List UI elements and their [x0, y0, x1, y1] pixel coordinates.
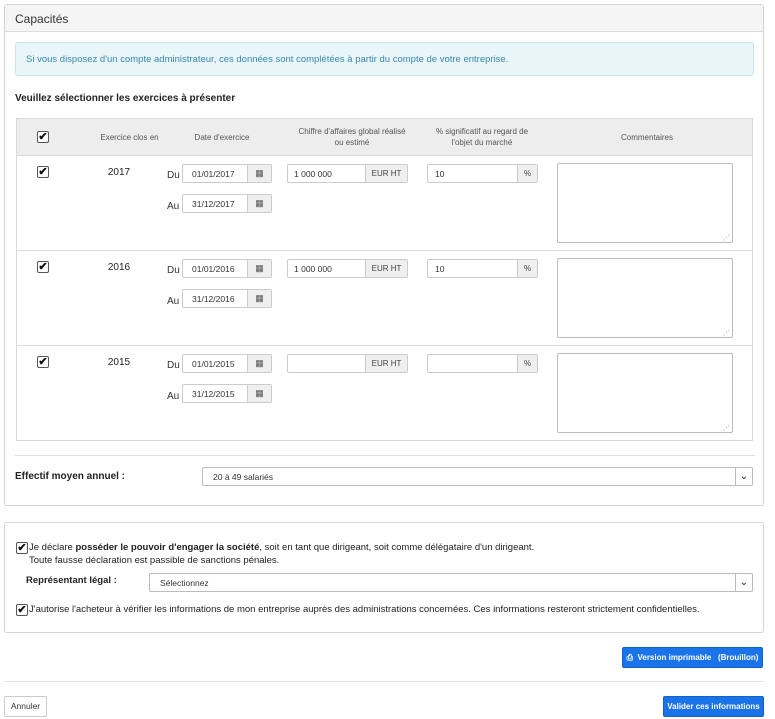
representant-label: Représentant légal : — [26, 575, 117, 586]
header-percent-line2: l'objet du marché — [451, 138, 513, 147]
resize-grip-icon[interactable]: ⋰ — [723, 424, 730, 432]
header-year: Exercice clos en — [100, 133, 159, 142]
divider — [15, 455, 755, 456]
date-to-input[interactable]: 31/12/2017 ▦ — [182, 194, 272, 213]
to-label: Au — [167, 201, 180, 212]
table-row: ✔ 2016 Du 01/01/2016 ▦ Au 31/12/2016 ▦ 1… — [17, 251, 752, 346]
from-label: Du — [167, 265, 180, 276]
percent-input[interactable]: % — [427, 354, 538, 373]
date-from-input[interactable]: 01/01/2015 ▦ — [182, 354, 272, 373]
table-header: ✔ Exercice clos en Date d'exercice Chiff… — [17, 119, 752, 156]
header-percent: % significatif au regard de l'objet du m… — [422, 126, 542, 148]
percent-value: 10 — [435, 169, 445, 179]
calendar-icon[interactable]: ▦ — [247, 385, 271, 402]
percent-value: 10 — [435, 264, 445, 274]
table-row: ✔ 2017 Du 01/01/2017 ▦ Au 31/12/2017 ▦ 1… — [17, 156, 752, 251]
header-revenue-line2: ou estimé — [334, 138, 370, 147]
validate-button[interactable]: Valider ces informations — [663, 696, 764, 717]
section-label: Veuillez sélectionner les exercices à pr… — [15, 93, 236, 104]
row-checkbox[interactable]: ✔ — [37, 166, 49, 178]
chevron-down-icon[interactable]: ⌄ — [735, 574, 752, 591]
printer-icon: ⎙ — [626, 653, 634, 662]
print-draft-button[interactable]: ⎙ Version imprimable (Brouillon) — [622, 647, 763, 668]
declaration-checkbox[interactable]: ✔ — [16, 542, 28, 554]
row-year: 2016 — [107, 262, 131, 273]
table-row: ✔ 2015 Du 01/01/2015 ▦ Au 31/12/2015 ▦ E… — [17, 346, 752, 441]
row-year: 2015 — [107, 357, 131, 368]
header-date: Date d'exercice — [194, 133, 250, 142]
calendar-icon[interactable]: ▦ — [247, 165, 271, 182]
exercises-table: ✔ Exercice clos en Date d'exercice Chiff… — [16, 118, 753, 441]
calendar-icon[interactable]: ▦ — [247, 290, 271, 307]
effectif-value: 20 à 49 salariés — [213, 472, 274, 482]
footer-divider — [4, 681, 764, 682]
declaration-prefix: Je déclare — [29, 542, 76, 553]
revenue-value: 1 000 000 — [294, 169, 332, 179]
revenue-input[interactable]: EUR HT — [287, 354, 408, 373]
date-to-value: 31/12/2015 — [192, 389, 235, 399]
comment-textarea[interactable]: ⋰ — [557, 353, 733, 433]
header-revenue-line1: Chiffre d'affaires global réalisé — [298, 127, 406, 136]
revenue-value: 1 000 000 — [294, 264, 332, 274]
percent-input[interactable]: 10 % — [427, 164, 538, 183]
date-to-input[interactable]: 31/12/2015 ▦ — [182, 384, 272, 403]
date-from-input[interactable]: 01/01/2017 ▦ — [182, 164, 272, 183]
representant-value: Sélectionnez — [160, 578, 209, 588]
date-to-value: 31/12/2016 — [192, 294, 235, 304]
representant-select[interactable]: Sélectionnez ⌄ — [149, 573, 753, 592]
print-label: Version imprimable — [637, 653, 712, 662]
from-label: Du — [167, 360, 180, 371]
date-from-input[interactable]: 01/01/2016 ▦ — [182, 259, 272, 278]
comment-textarea[interactable]: ⋰ — [557, 163, 733, 243]
percent-input[interactable]: 10 % — [427, 259, 538, 278]
comment-textarea[interactable]: ⋰ — [557, 258, 733, 338]
header-revenue: Chiffre d'affaires global réalisé ou est… — [282, 126, 422, 148]
effectif-label: Effectif moyen annuel : — [15, 471, 126, 482]
percent-unit: % — [517, 165, 537, 182]
percent-unit: % — [517, 355, 537, 372]
from-label: Du — [167, 170, 180, 181]
declaration-warning: Toute fausse déclaration est passible de… — [29, 555, 280, 566]
to-label: Au — [167, 296, 180, 307]
chevron-down-icon[interactable]: ⌄ — [735, 468, 752, 485]
date-to-value: 31/12/2017 — [192, 199, 235, 209]
revenue-input[interactable]: 1 000 000 EUR HT — [287, 259, 408, 278]
revenue-input[interactable]: 1 000 000 EUR HT — [287, 164, 408, 183]
declaration-bold: posséder le pouvoir d'engager la société — [75, 542, 260, 553]
info-message: Si vous disposez d'un compte administrat… — [15, 42, 754, 76]
currency-unit: EUR HT — [365, 165, 407, 182]
date-from-value: 01/01/2016 — [192, 264, 235, 274]
to-label: Au — [167, 391, 180, 402]
authorization-text: J'autorise l'acheteur à vérifier les inf… — [29, 604, 700, 615]
row-year: 2017 — [107, 167, 131, 178]
calendar-icon[interactable]: ▦ — [247, 260, 271, 277]
date-to-input[interactable]: 31/12/2016 ▦ — [182, 289, 272, 308]
effectif-select[interactable]: 20 à 49 salariés ⌄ — [202, 467, 753, 486]
calendar-icon[interactable]: ▦ — [247, 195, 271, 212]
resize-grip-icon[interactable]: ⋰ — [723, 329, 730, 337]
date-from-value: 01/01/2017 — [192, 169, 235, 179]
print-suffix: (Brouillon) — [717, 653, 759, 662]
cancel-button[interactable]: Annuler — [4, 696, 47, 717]
percent-unit: % — [517, 260, 537, 277]
header-percent-line1: % significatif au regard de — [435, 127, 529, 136]
select-all-checkbox[interactable]: ✔ — [37, 131, 49, 143]
date-from-value: 01/01/2015 — [192, 359, 235, 369]
panel-title: Capacités — [5, 5, 763, 32]
currency-unit: EUR HT — [365, 260, 407, 277]
declaration-panel: ✔ Je déclare posséder le pouvoir d'engag… — [4, 522, 764, 633]
resize-grip-icon[interactable]: ⋰ — [723, 234, 730, 242]
header-comments: Commentaires — [620, 133, 673, 142]
row-checkbox[interactable]: ✔ — [37, 356, 49, 368]
authorization-checkbox[interactable]: ✔ — [16, 604, 28, 616]
capacites-panel: Capacités Si vous disposez d'un compte a… — [4, 4, 764, 506]
row-checkbox[interactable]: ✔ — [37, 261, 49, 273]
declaration-suffix: , soit en tant que dirigeant, soit comme… — [259, 542, 535, 553]
declaration-text: Je déclare posséder le pouvoir d'engager… — [29, 541, 749, 554]
calendar-icon[interactable]: ▦ — [247, 355, 271, 372]
currency-unit: EUR HT — [365, 355, 407, 372]
